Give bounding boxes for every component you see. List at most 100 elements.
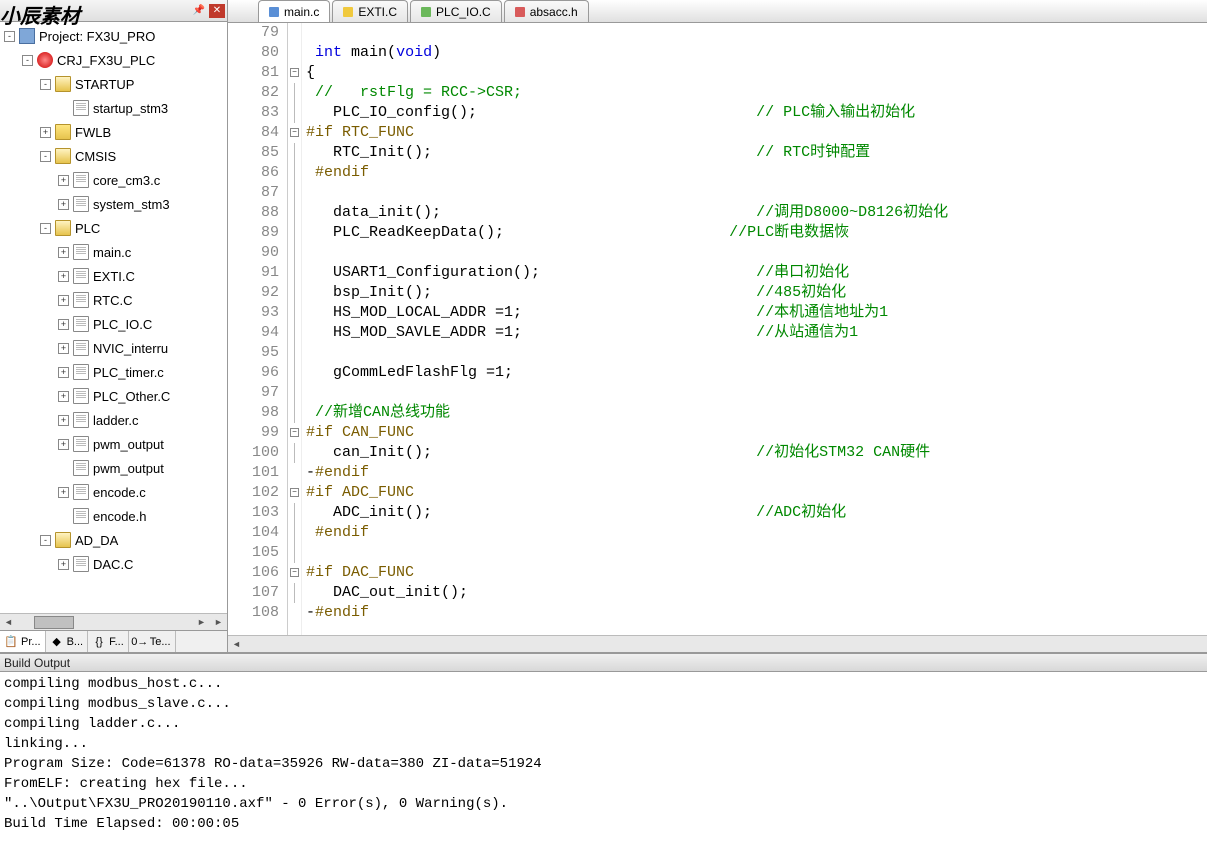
code-line[interactable]	[306, 383, 1207, 403]
code-line[interactable]: can_Init(); //初始化STM32 CAN硬件	[306, 443, 1207, 463]
tree-expander-icon[interactable]: +	[58, 559, 69, 570]
code-line[interactable]	[306, 343, 1207, 363]
code-line[interactable]: gCommLedFlashFlg =1;	[306, 363, 1207, 383]
fold-toggle-icon[interactable]: −	[290, 428, 299, 437]
scroll-right-icon[interactable]: ►	[193, 614, 210, 631]
panel-close-icon[interactable]: ✕	[209, 4, 225, 18]
tree-expander-icon[interactable]: +	[40, 127, 51, 138]
editor-scroll-left-icon[interactable]: ◄	[228, 636, 245, 652]
code-editor[interactable]: 7980818283848586878889909192939495969798…	[228, 23, 1207, 635]
file-startup_stm3[interactable]: startup_stm3	[0, 96, 227, 120]
tree-expander-icon[interactable]: +	[58, 319, 69, 330]
file-encode.c[interactable]: +encode.c	[0, 480, 227, 504]
editor-hscroll[interactable]: ◄	[228, 635, 1207, 652]
file-system_stm3[interactable]: +system_stm3	[0, 192, 227, 216]
tree-expander-icon[interactable]: +	[58, 367, 69, 378]
tree-expander-icon[interactable]: -	[4, 31, 15, 42]
target-node[interactable]: -CRJ_FX3U_PLC	[0, 48, 227, 72]
file-main.c[interactable]: +main.c	[0, 240, 227, 264]
fold-line	[294, 223, 295, 243]
code-line[interactable]: //新增CAN总线功能	[306, 403, 1207, 423]
code-line[interactable]	[306, 183, 1207, 203]
panel-tab-3[interactable]: 0→Te...	[129, 631, 176, 652]
folder-STARTUP[interactable]: -STARTUP	[0, 72, 227, 96]
file-PLC_Other.C[interactable]: +PLC_Other.C	[0, 384, 227, 408]
tree-expander-icon[interactable]: -	[40, 223, 51, 234]
code-line[interactable]: #endif	[306, 163, 1207, 183]
panel-tab-1[interactable]: ◆B...	[46, 631, 89, 652]
folder-CMSIS[interactable]: -CMSIS	[0, 144, 227, 168]
scroll-right2-icon[interactable]: ►	[210, 614, 227, 631]
file-EXTI.C[interactable]: +EXTI.C	[0, 264, 227, 288]
code-line[interactable]: #if ADC_FUNC	[306, 483, 1207, 503]
code-line[interactable]: -#endif	[306, 463, 1207, 483]
fold-toggle-icon[interactable]: −	[290, 568, 299, 577]
code-body[interactable]: int main(void){ // rstFlg = RCC->CSR; PL…	[302, 23, 1207, 635]
code-line[interactable]: PLC_IO_config(); // PLC输入输出初始化	[306, 103, 1207, 123]
code-line[interactable]: HS_MOD_SAVLE_ADDR =1; //从站通信为1	[306, 323, 1207, 343]
tree-expander-icon[interactable]: +	[58, 295, 69, 306]
folder-PLC[interactable]: -PLC	[0, 216, 227, 240]
tree-expander-icon[interactable]: -	[40, 151, 51, 162]
file-core_cm3.c[interactable]: +core_cm3.c	[0, 168, 227, 192]
project-tree[interactable]: -Project: FX3U_PRO-CRJ_FX3U_PLC-STARTUPs…	[0, 22, 227, 613]
scroll-left-icon[interactable]: ◄	[0, 614, 17, 631]
file-pwm_output[interactable]: +pwm_output	[0, 432, 227, 456]
tree-hscroll[interactable]: ◄ ► ►	[0, 613, 227, 630]
tree-expander-icon[interactable]: -	[22, 55, 33, 66]
code-line[interactable]: int main(void)	[306, 43, 1207, 63]
panel-tab-2[interactable]: {}F...	[88, 631, 129, 652]
code-line[interactable]: #if CAN_FUNC	[306, 423, 1207, 443]
scroll-thumb[interactable]	[34, 616, 74, 629]
tree-expander-icon[interactable]: +	[58, 439, 69, 450]
tree-expander-icon[interactable]: +	[58, 391, 69, 402]
editor-tab-main.c[interactable]: main.c	[258, 0, 330, 22]
tree-expander-icon[interactable]: +	[58, 175, 69, 186]
tree-expander-icon[interactable]: +	[58, 199, 69, 210]
tree-expander-icon[interactable]: -	[40, 79, 51, 90]
code-line[interactable]: DAC_out_init();	[306, 583, 1207, 603]
tree-expander-icon[interactable]: +	[58, 247, 69, 258]
build-output-body[interactable]: compiling modbus_host.c...compiling modb…	[0, 672, 1207, 832]
panel-tab-0[interactable]: 📋Pr...	[0, 631, 46, 652]
folder-FWLB[interactable]: +FWLB	[0, 120, 227, 144]
editor-tab-EXTI.C[interactable]: EXTI.C	[332, 0, 408, 22]
fold-toggle-icon[interactable]: −	[290, 128, 299, 137]
code-line[interactable]: #endif	[306, 523, 1207, 543]
code-line[interactable]: USART1_Configuration(); //串口初始化	[306, 263, 1207, 283]
code-line[interactable]: data_init(); //调用D8000~D8126初始化	[306, 203, 1207, 223]
file-pwm_output[interactable]: pwm_output	[0, 456, 227, 480]
file-DAC.C[interactable]: +DAC.C	[0, 552, 227, 576]
tree-expander-icon[interactable]: +	[58, 415, 69, 426]
fold-toggle-icon[interactable]: −	[290, 68, 299, 77]
fold-column[interactable]: − − − − −	[288, 23, 302, 635]
code-line[interactable]: -#endif	[306, 603, 1207, 623]
code-line[interactable]	[306, 243, 1207, 263]
tree-expander-icon[interactable]: +	[58, 271, 69, 282]
file-ladder.c[interactable]: +ladder.c	[0, 408, 227, 432]
code-line[interactable]	[306, 543, 1207, 563]
code-line[interactable]: bsp_Init(); //485初始化	[306, 283, 1207, 303]
code-line[interactable]: // rstFlg = RCC->CSR;	[306, 83, 1207, 103]
file-PLC_IO.C[interactable]: +PLC_IO.C	[0, 312, 227, 336]
panel-pin-icon[interactable]: 📌	[191, 4, 207, 18]
tree-expander-icon[interactable]: -	[40, 535, 51, 546]
editor-tab-PLC_IO.C[interactable]: PLC_IO.C	[410, 0, 502, 22]
code-line[interactable]: RTC_Init(); // RTC时钟配置	[306, 143, 1207, 163]
file-NVIC_interru[interactable]: +NVIC_interru	[0, 336, 227, 360]
editor-tab-absacc.h[interactable]: absacc.h	[504, 0, 589, 22]
code-line[interactable]	[306, 23, 1207, 43]
file-PLC_timer.c[interactable]: +PLC_timer.c	[0, 360, 227, 384]
tree-expander-icon[interactable]: +	[58, 343, 69, 354]
code-line[interactable]: #if RTC_FUNC	[306, 123, 1207, 143]
code-line[interactable]: #if DAC_FUNC	[306, 563, 1207, 583]
code-line[interactable]: HS_MOD_LOCAL_ADDR =1; //本机通信地址为1	[306, 303, 1207, 323]
code-line[interactable]: ADC_init(); //ADC初始化	[306, 503, 1207, 523]
file-encode.h[interactable]: encode.h	[0, 504, 227, 528]
tree-expander-icon[interactable]: +	[58, 487, 69, 498]
folder-AD_DA[interactable]: -AD_DA	[0, 528, 227, 552]
file-RTC.C[interactable]: +RTC.C	[0, 288, 227, 312]
code-line[interactable]: {	[306, 63, 1207, 83]
fold-toggle-icon[interactable]: −	[290, 488, 299, 497]
code-line[interactable]: PLC_ReadKeepData(); //PLC断电数据恢	[306, 223, 1207, 243]
